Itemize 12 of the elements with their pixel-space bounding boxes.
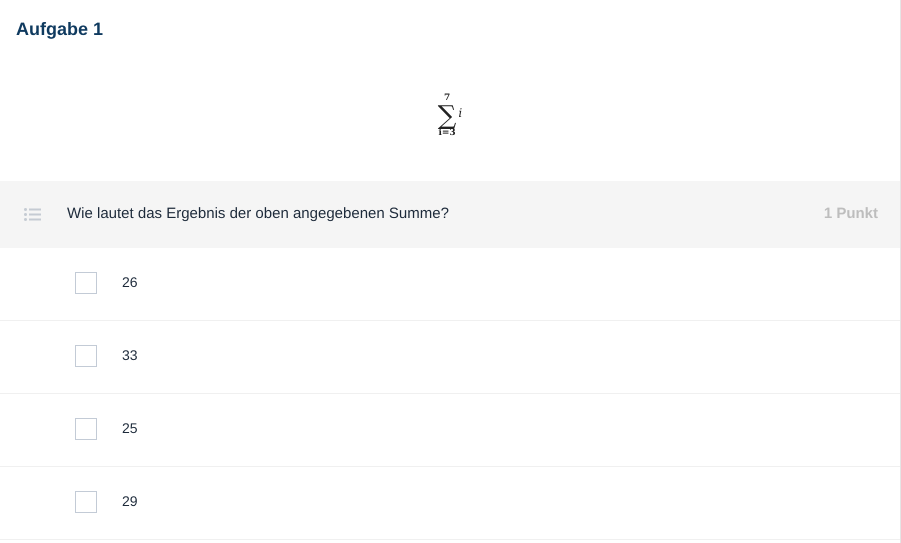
answer-option: 26 [122,272,138,293]
question-text: Wie lautet das Ergebnis der oben angegebenen Summe? [67,204,450,224]
points-label: 1 Punkt [824,204,878,224]
list-icon [24,208,41,221]
answer-checkbox[interactable] [75,345,97,367]
answer-checkbox[interactable] [75,418,97,440]
answer-option: 25 [122,418,138,439]
task-title: Aufgabe 1 [16,18,104,41]
answer-option: 29 [122,491,138,512]
answer-option: 33 [122,345,138,366]
answer-checkbox[interactable] [75,272,97,294]
answer-checkbox[interactable] [75,491,97,513]
